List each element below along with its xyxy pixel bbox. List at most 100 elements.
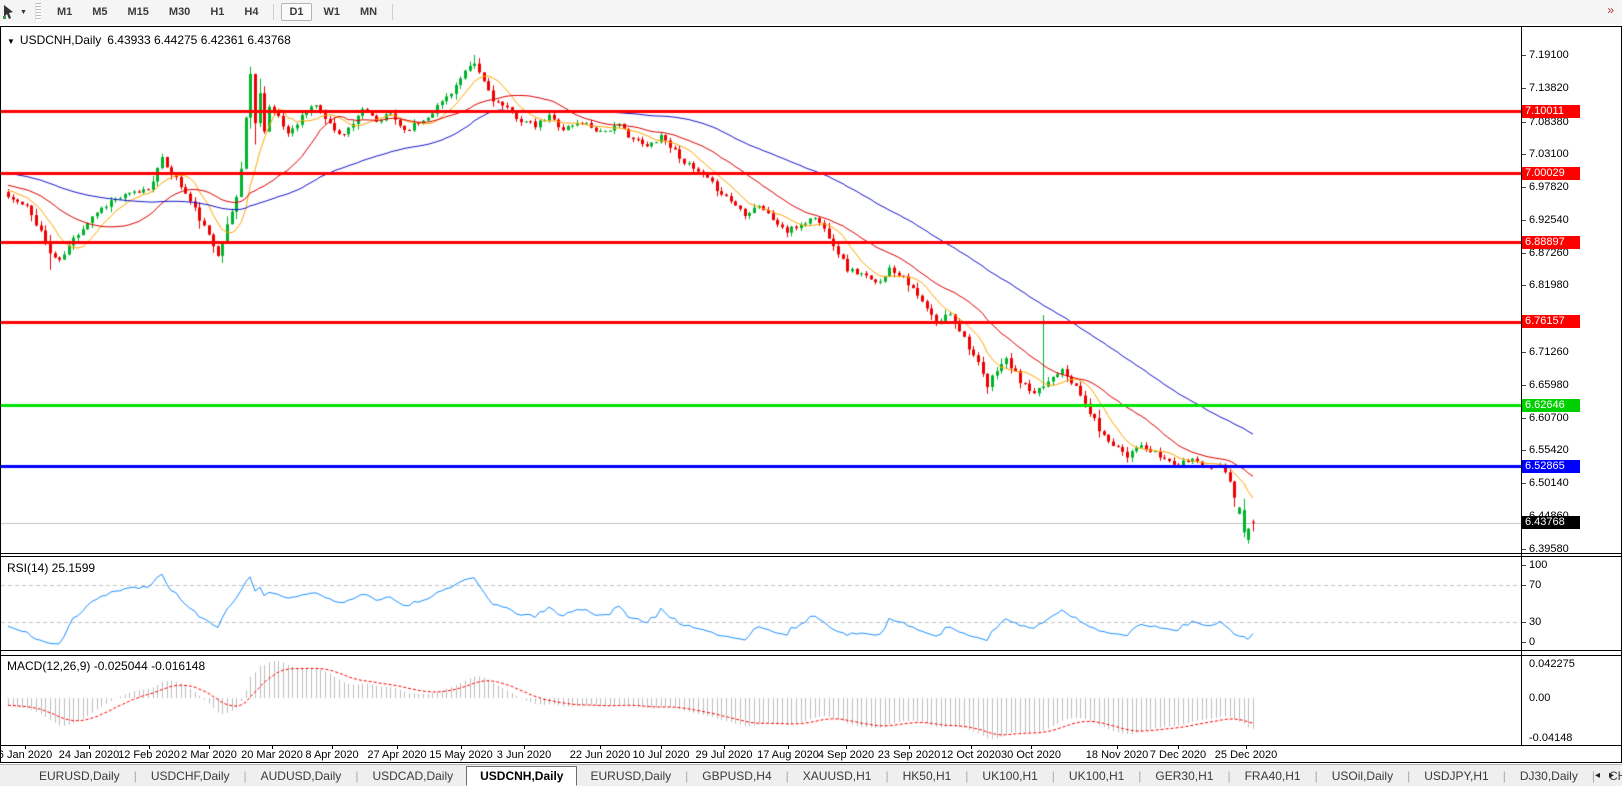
price-tick-label: 6.50140 [1529,477,1569,489]
chart-tab-uk100-h1[interactable]: UK100,H1 [1056,767,1137,785]
price-tick-label: 6.60700 [1529,412,1569,424]
date-tick-label: 25 Dec 2020 [1214,749,1278,761]
date-tick-label: 7 Dec 2020 [1149,749,1207,761]
chart-tab-usoil-daily[interactable]: USOil,Daily [1319,767,1406,785]
date-tick-label: 24 Jan 2020 [58,749,120,761]
timeframe-button-d1[interactable]: D1 [281,3,312,21]
price-tick-label: 6.39580 [1529,543,1569,555]
date-tick-label: 30 Oct 2020 [1001,749,1061,761]
timeframe-button-w1[interactable]: W1 [316,3,349,21]
chart-tab-fra40-h1[interactable]: FRA40,H1 [1232,767,1314,785]
symbol-dropdown-icon[interactable]: ▼ [7,37,15,46]
rsi-tick-label: 0 [1529,636,1536,648]
price-tick-mark [1522,220,1526,221]
price-scale[interactable]: 7.19100 7.13820 7.08380 7.03100 6.97820 6.925… [1522,27,1620,762]
price-tick-mark [1522,154,1526,155]
timeframe-button-m1[interactable]: M1 [49,3,80,21]
chart-tab-usdcad-daily[interactable]: USDCAD,Daily [359,767,466,785]
price-tick-mark [1522,385,1526,386]
chart-window: ▼ USDCNH,Daily 6.43933 6.44275 6.42361 6.4… [0,26,1622,763]
macd-indicator-label: MACD(12,26,9) -0.025044 -0.016148 [7,659,206,673]
chart-tool-icon[interactable] [2,4,18,20]
date-tick-label: 8 Apr 2020 [305,749,359,761]
price-tick-label: 6.97820 [1529,181,1569,193]
chart-tab-hk50-h1[interactable]: HK50,H1 [890,767,965,785]
toolbar-grip[interactable] [34,3,41,21]
price-tick-label: 6.81980 [1529,279,1569,291]
date-tick-label: 20 Mar 2020 [241,749,303,761]
price-tick-mark [1522,253,1526,254]
timeframe-button-mn[interactable]: MN [352,3,385,21]
date-tick-label: 3 Jun 2020 [496,749,552,761]
price-tick-mark [1522,122,1526,123]
chart-tab-xauusd-h1[interactable]: XAUUSD,H1 [790,767,885,785]
chart-tab-gbpusd-h4[interactable]: GBPUSD,H4 [689,767,784,785]
price-tick-mark [1522,483,1526,484]
rsi-tick-label: 30 [1529,616,1542,628]
chart-tab-usdjpy-h1[interactable]: USDJPY,H1 [1411,767,1501,785]
date-axis[interactable]: 6 Jan 2020 24 Jan 2020 12 Feb 2020 2 Mar 20… [0,746,1621,762]
date-tick-label: 15 May 2020 [429,749,493,761]
chart-title: ▼ USDCNH,Daily 6.43933 6.44275 6.42361 6.4… [7,33,291,47]
timeframe-button-m30[interactable]: M30 [161,3,198,21]
date-tick-label: 18 Nov 2020 [1085,749,1149,761]
mt4-terminal: ▼ M1 M5 M15 M30 H1 H4 D1 W1 MN » ▼ USDCNH,Daily 6.… [0,0,1622,795]
rsi-indicator-label: RSI(14) 25.1599 [7,561,96,575]
chevron-down-icon[interactable]: ▼ [20,9,27,16]
chart-tab-usdcnh-daily[interactable]: USDCNH,Daily [466,765,578,786]
date-tick-label: 4 Sep 2020 [817,749,875,761]
date-tick-label: 23 Sep 2020 [877,749,941,761]
pane-divider[interactable] [1,650,1621,651]
pane-divider[interactable] [1,553,1621,554]
macd-tick-label: -0.04148 [1529,732,1573,744]
price-level-badge: 6.43768 [1522,516,1580,529]
price-level-badge: 6.76157 [1522,315,1580,328]
macd-indicator-canvas[interactable] [1,656,1521,744]
chart-tab-dj30-daily[interactable]: DJ30,Daily [1507,767,1591,785]
chart-tab-audusd-daily[interactable]: AUDUSD,Daily [248,767,355,785]
price-level-badge: 6.88897 [1522,236,1580,249]
timeframe-button-m15[interactable]: M15 [120,3,157,21]
price-level-badge: 7.00029 [1522,167,1580,180]
chart-tab-ger30-h1[interactable]: GER30,H1 [1142,767,1226,785]
price-tick-label: 7.13820 [1529,82,1569,94]
chart-tab-eurusd-daily[interactable]: EURUSD,Daily [577,767,684,785]
timeframe-buttons: M1 M5 M15 M30 H1 H4 D1 W1 MN [47,3,398,21]
price-tick-label: 7.19100 [1529,49,1569,61]
date-tick-label: 12 Feb 2020 [118,749,180,761]
date-tick-label: 12 Oct 2020 [941,749,1001,761]
chart-ohlc-values: 6.43933 6.44275 6.42361 6.43768 [107,33,291,47]
date-tick-label: 2 Mar 2020 [181,749,237,761]
chart-tab-uk100-h1[interactable]: UK100,H1 [969,767,1050,785]
price-tick-mark [1522,549,1526,550]
timeframe-button-h1[interactable]: H1 [202,3,232,21]
rsi-tick-mark [1522,642,1526,643]
chart-tab-usdchf-daily[interactable]: USDCHF,Daily [138,767,243,785]
price-tick-label: 6.92540 [1529,214,1569,226]
chart-symbol-label: USDCNH,Daily [19,33,102,47]
price-tick-label: 6.55420 [1529,444,1569,456]
date-tick-label: 29 Jul 2020 [695,749,753,761]
price-tick-mark [1522,187,1526,188]
pane-divider[interactable] [1,556,1621,557]
date-tick-label: 27 Apr 2020 [367,749,427,761]
tabs-scroll-left-icon[interactable]: ◂ [1595,770,1600,781]
chart-tab-eurusd-daily[interactable]: EURUSD,Daily [26,767,133,785]
price-chart-canvas[interactable] [1,27,1521,552]
rsi-tick-label: 70 [1529,579,1542,591]
pane-divider[interactable] [1,655,1621,656]
rsi-tick-mark [1522,622,1526,623]
macd-tick-label: 0.042275 [1529,658,1575,670]
timeframe-button-m5[interactable]: M5 [84,3,115,21]
toolbar-separator [392,4,394,20]
timeframe-button-h4[interactable]: H4 [236,3,266,21]
price-level-badge: 6.52865 [1522,460,1580,473]
price-tick-label: 7.03100 [1529,148,1569,160]
toolbar-overflow-icon[interactable]: » [1607,3,1614,17]
tabs-scroll-right-icon[interactable]: ▸ [1609,770,1614,781]
date-tick-label: 6 Jan 2020 [0,749,53,761]
macd-tick-label: 0.00 [1529,692,1551,704]
rsi-indicator-canvas[interactable] [1,558,1521,649]
date-tick-label: 17 Aug 2020 [757,749,819,761]
price-tick-mark [1522,55,1526,56]
